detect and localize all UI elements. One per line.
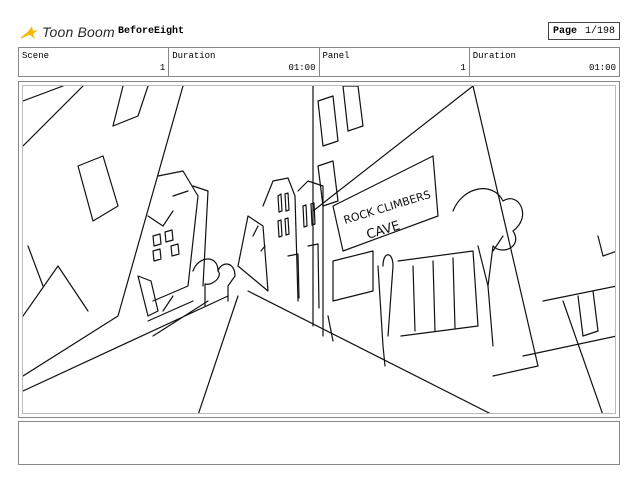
panel-info-bar: Scene 1 Duration 01:00 Panel 1 Duration … (18, 47, 620, 77)
duration-cell: Duration 01:00 (168, 48, 318, 76)
scene-value: 1 (159, 63, 166, 73)
project-title: BeforeEight (118, 26, 185, 37)
scene-label: Scene (22, 51, 50, 61)
street-sketch: ROCK CLIMBERS CAVE (23, 86, 615, 413)
panel-label: Panel (322, 51, 350, 61)
sign-line-2: CAVE (365, 218, 402, 242)
panel-value: 1 (460, 63, 466, 73)
page-indicator: Page 1/198 (548, 22, 620, 40)
panel-cell: Panel 1 (318, 48, 469, 76)
page-value: 1/198 (584, 25, 615, 37)
scene-cell: Scene 1 (19, 48, 168, 76)
panel-duration-value: 01:00 (588, 63, 616, 73)
panel-notes-area[interactable] (18, 421, 620, 465)
duration-value: 01:00 (288, 63, 316, 73)
duration-label: Duration (172, 51, 216, 61)
panel-duration-cell: Duration 01:00 (468, 48, 619, 76)
toon-boom-logo-icon (20, 26, 38, 39)
panel-drawing-area[interactable]: ROCK CLIMBERS CAVE (22, 85, 616, 414)
panel-duration-label: Duration (472, 51, 516, 61)
brand-name: Toon Boom (42, 24, 115, 40)
page-label: Page (553, 25, 578, 37)
storyboard-header: Toon Boom BeforeEight Page 1/198 (18, 20, 620, 44)
